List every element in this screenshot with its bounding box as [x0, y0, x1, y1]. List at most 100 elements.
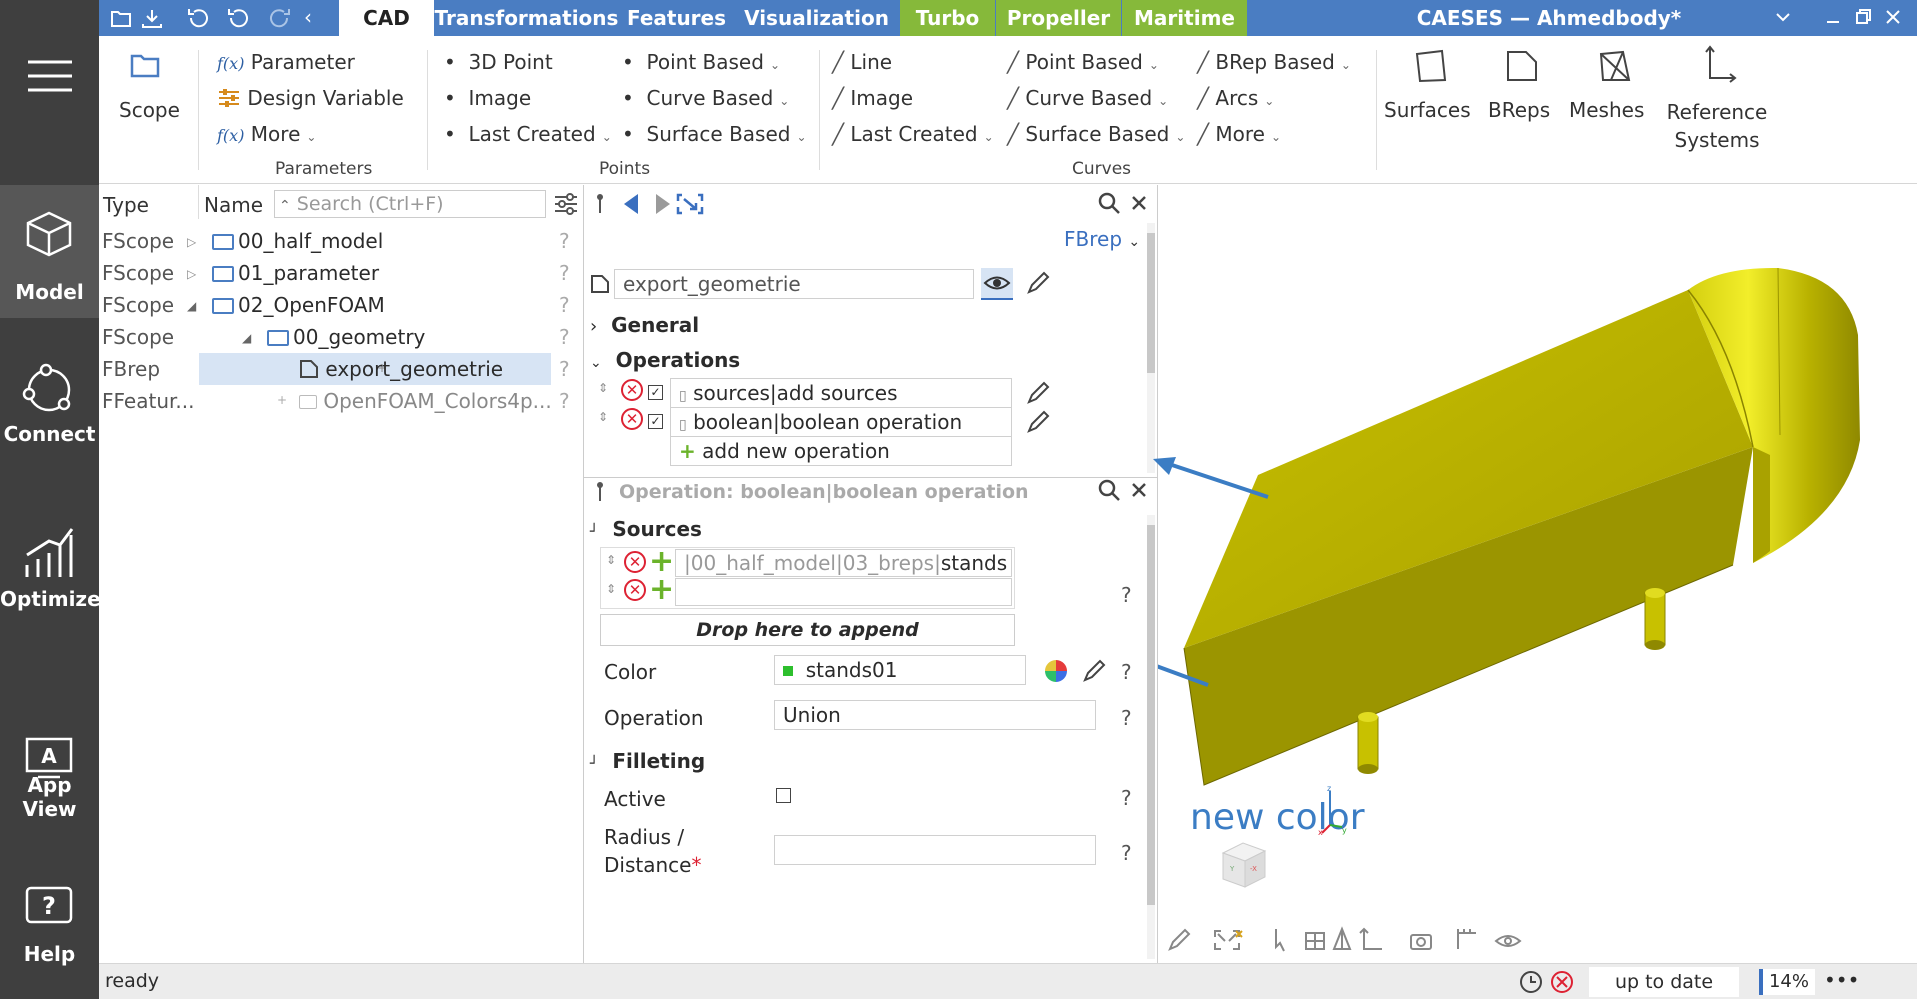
- remove-op-icon[interactable]: ✕: [621, 408, 643, 430]
- point-image-button[interactable]: • Image: [444, 86, 531, 110]
- edit-pencil-icon[interactable]: [1026, 381, 1050, 405]
- tab-propeller[interactable]: Propeller: [996, 0, 1121, 36]
- history-stop-icons[interactable]: [1519, 969, 1575, 995]
- sources-section-header[interactable]: ┘ Sources: [590, 517, 702, 541]
- radius-distance-field[interactable]: [774, 835, 1096, 865]
- op-enabled-checkbox[interactable]: ✓: [648, 414, 663, 429]
- op-sources-field[interactable]: ▯ sources|add sources: [670, 378, 1012, 408]
- parameter-button[interactable]: f(x) Parameter: [217, 50, 355, 74]
- search-input[interactable]: ⌃ Search (Ctrl+F): [274, 190, 546, 218]
- tree-row-01-parameter[interactable]: FScope ▷ 01_parameter ?: [99, 257, 582, 289]
- tab-cad[interactable]: CAD: [339, 0, 434, 36]
- tree-row-00-half-model[interactable]: FScope ▷ 00_half_model ?: [99, 225, 582, 257]
- object-name-field[interactable]: export_geometrie: [614, 269, 974, 299]
- parameters-more-button[interactable]: f(x) More ⌄: [217, 122, 316, 146]
- tab-features[interactable]: Features: [619, 0, 734, 36]
- tree-row-02-openfoam[interactable]: FScope ◢ 02_OpenFOAM ?: [99, 289, 582, 321]
- drop-zone[interactable]: Drop here to append: [600, 614, 1015, 646]
- tab-maritime[interactable]: Maritime: [1122, 0, 1247, 36]
- point-based-point-button[interactable]: • Point Based ⌄: [622, 50, 780, 74]
- nav-connect[interactable]: Connect: [0, 350, 99, 460]
- help-mark[interactable]: ?: [1121, 786, 1132, 810]
- view-toolbar[interactable]: [1166, 925, 1566, 955]
- operations-section-header[interactable]: ⌄ Operations: [590, 348, 740, 372]
- help-mark[interactable]: ?: [1121, 583, 1132, 607]
- pin-icon[interactable]: [594, 479, 606, 505]
- drag-handle-icon[interactable]: ⇕: [606, 553, 616, 567]
- surface-based-point-button[interactable]: • Surface Based ⌄: [622, 122, 807, 146]
- tab-turbo[interactable]: Turbo: [900, 0, 995, 36]
- 3d-point-button[interactable]: • 3D Point: [444, 50, 553, 74]
- general-section-header[interactable]: › General: [590, 313, 699, 337]
- filleting-section-header[interactable]: ┘ Filleting: [590, 749, 705, 773]
- nav-model[interactable]: Model: [0, 185, 99, 318]
- curve-last-created-button[interactable]: ╱ Last Created ⌄: [832, 122, 994, 146]
- collapse-arrow-icon[interactable]: ‹: [304, 5, 312, 29]
- more-options-icon[interactable]: •••: [1824, 968, 1859, 992]
- remove-op-icon[interactable]: ✕: [621, 379, 643, 401]
- tab-visualization[interactable]: Visualization: [734, 0, 899, 36]
- visibility-toggle[interactable]: [981, 268, 1013, 300]
- surface-based-curve-button[interactable]: ╱ Surface Based ⌄: [1007, 122, 1185, 146]
- scrollbar-top[interactable]: [1147, 223, 1155, 473]
- hamburger-menu-icon[interactable]: [0, 50, 99, 100]
- search-close-icons[interactable]: [1097, 191, 1153, 217]
- design-variable-icon: [219, 89, 239, 107]
- add-source-icon[interactable]: +: [649, 575, 674, 605]
- edit-pencil-icon[interactable]: [1082, 659, 1106, 683]
- collapse-arrow-icon[interactable]: ◢: [187, 299, 196, 313]
- curve-image-button[interactable]: ╱ Image: [832, 86, 913, 110]
- expand-arrow-icon[interactable]: ▷: [187, 235, 196, 249]
- drag-handle-icon[interactable]: ⇕: [606, 582, 616, 596]
- color-wheel-icon[interactable]: [1044, 659, 1068, 683]
- meshes-button[interactable]: Meshes: [1569, 44, 1659, 124]
- surfaces-button[interactable]: Surfaces: [1384, 44, 1474, 124]
- curves-more-button[interactable]: ╱ More ⌄: [1197, 122, 1281, 146]
- active-checkbox[interactable]: [776, 788, 791, 803]
- design-variable-button[interactable]: Design Variable: [217, 86, 404, 110]
- help-mark[interactable]: ?: [1121, 706, 1132, 730]
- nav-app-view[interactable]: A App View: [0, 725, 99, 835]
- remove-source-icon[interactable]: ✕: [624, 579, 646, 601]
- view-cube-icon[interactable]: Y -X: [1213, 835, 1273, 895]
- scope-button[interactable]: Scope: [109, 46, 180, 126]
- curve-based-point-button[interactable]: • Curve Based ⌄: [622, 86, 789, 110]
- expand-plus-icon[interactable]: +: [277, 393, 287, 407]
- tree-row-openfoam-colors[interactable]: FFeatur... + OpenFOAM_Colors4p... ?: [99, 385, 582, 417]
- panel-nav-icons[interactable]: [594, 191, 704, 217]
- zoom-level[interactable]: 14%: [1759, 969, 1815, 995]
- tree-row-00-geometry[interactable]: FScope ◢ 00_geometry ?: [99, 321, 582, 353]
- edit-pencil-icon[interactable]: [1026, 271, 1050, 295]
- line-button[interactable]: ╱ Line: [832, 50, 892, 74]
- surfaces-label: Surfaces: [1384, 98, 1471, 122]
- window-controls[interactable]: [1769, 8, 1909, 28]
- scrollbar-bottom[interactable]: [1147, 515, 1155, 959]
- nav-help[interactable]: ? Help: [0, 870, 99, 980]
- drag-handle-icon[interactable]: ⇕: [598, 381, 608, 395]
- type-selector[interactable]: FBrep ⌄: [1064, 227, 1140, 251]
- point-last-created-button[interactable]: • Last Created ⌄: [444, 122, 612, 146]
- help-mark[interactable]: ?: [1121, 841, 1132, 865]
- collapse-arrow-icon[interactable]: ◢: [242, 331, 251, 345]
- point-based-curve-button[interactable]: ╱ Point Based ⌄: [1007, 50, 1159, 74]
- drag-handle-icon[interactable]: ⇕: [598, 410, 608, 424]
- empty-source-field[interactable]: [675, 578, 1012, 606]
- curve-based-curve-button[interactable]: ╱ Curve Based ⌄: [1007, 86, 1168, 110]
- op-boolean-field[interactable]: ▯ boolean|boolean operation: [670, 407, 1012, 437]
- nav-optimize[interactable]: Optimize: [0, 515, 101, 625]
- help-mark[interactable]: ?: [1121, 660, 1132, 684]
- operation-select[interactable]: Union: [774, 700, 1096, 730]
- op-enabled-checkbox[interactable]: ✓: [648, 385, 663, 400]
- tab-transformations[interactable]: Transformations: [434, 0, 619, 36]
- expand-arrow-icon[interactable]: ▷: [187, 267, 196, 281]
- filter-settings-icon[interactable]: [554, 193, 578, 215]
- brep-based-curve-button[interactable]: ╱ BRep Based ⌄: [1197, 50, 1351, 74]
- color-select[interactable]: stands01: [774, 655, 1026, 685]
- reference-systems-button[interactable]: Reference Systems: [1662, 44, 1772, 152]
- arcs-button[interactable]: ╱ Arcs ⌄: [1197, 86, 1274, 110]
- edit-pencil-icon[interactable]: [1026, 410, 1050, 434]
- 3d-viewport[interactable]: new color z x y Y -X: [1153, 185, 1917, 963]
- breps-button[interactable]: BReps: [1482, 44, 1562, 124]
- curve-last-created-label: Last Created: [850, 122, 978, 146]
- remove-source-icon[interactable]: ✕: [624, 551, 646, 573]
